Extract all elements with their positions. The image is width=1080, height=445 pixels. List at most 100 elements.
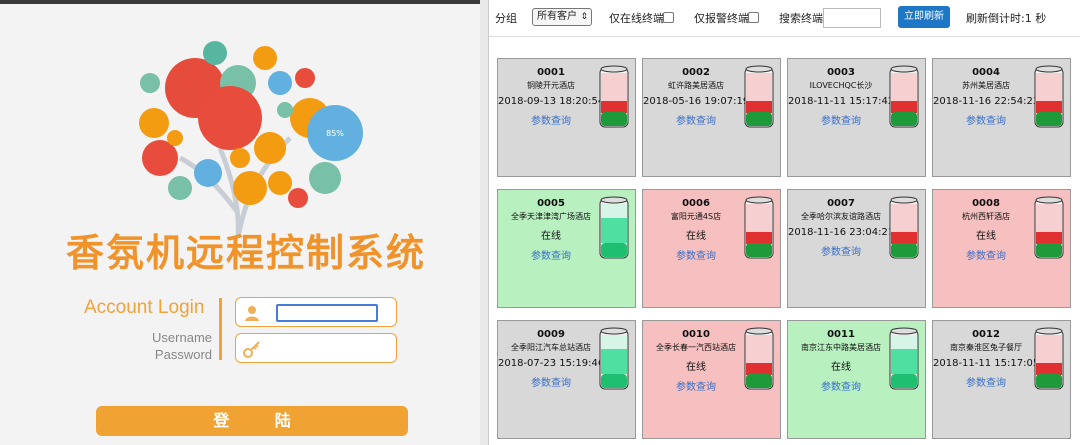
terminal-name: 全季长春一汽西站酒店	[656, 343, 736, 352]
param-query-link[interactable]: 参数查询	[933, 247, 1039, 262]
account-login-title: Account Login	[84, 297, 205, 318]
terminal-info: 0006 富阳元通4S店 在线 参数查询	[643, 198, 749, 262]
password-label: Password	[154, 347, 212, 362]
tree-circles	[139, 41, 363, 208]
search-input[interactable]	[823, 8, 881, 28]
screen: 85% 香氛机远程控制系统 Account Login Username Pas…	[0, 0, 1080, 445]
param-query-link[interactable]: 参数查询	[788, 243, 894, 258]
terminal-id: 0008	[972, 198, 1000, 209]
terminal-info: 0007 全季哈尔滨友谊路酒店 2018-11-16 23:04:21 参数查询	[788, 198, 894, 258]
terminal-name: 苏州美居酒店	[962, 81, 1010, 90]
terminal-info: 0004 苏州美居酒店 2018-11-16 22:54:23 参数查询	[933, 67, 1039, 127]
terminal-name: ILOVECHQC长沙	[809, 81, 873, 90]
terminal-name: 富阳元通4S店	[670, 212, 722, 221]
terminal-status: 2018-11-11 15:17:42	[788, 96, 895, 107]
terminal-card[interactable]: 0002 虹许路美居酒店 2018-05-16 19:07:19 参数查询	[642, 58, 781, 177]
online-only-label: 仅在线终端	[609, 12, 664, 25]
terminal-status: 2018-11-16 22:54:23	[933, 96, 1040, 107]
top-bar	[0, 0, 480, 4]
liquid-tank-icon	[1034, 327, 1064, 390]
app-title: 香氛机远程控制系统	[66, 231, 427, 275]
divider	[219, 298, 222, 360]
terminal-card[interactable]: 0007 全季哈尔滨友谊路酒店 2018-11-16 23:04:21 参数查询	[787, 189, 926, 308]
liquid-tank-icon	[1034, 65, 1064, 128]
toolbar-divider	[489, 36, 1080, 37]
liquid-tank-icon	[889, 327, 919, 390]
terminal-card[interactable]: 0012 南京秦淮区兔子餐厅 2018-11-11 15:17:05 参数查询	[932, 320, 1071, 439]
param-query-link[interactable]: 参数查询	[498, 247, 604, 262]
liquid-tank-icon	[599, 196, 629, 259]
terminal-status: 2018-09-13 18:20:54	[498, 96, 605, 107]
terminal-card[interactable]: 0008 杭州西轩酒店 在线 参数查询	[932, 189, 1071, 308]
terminal-id: 0002	[682, 67, 710, 78]
toolbar: 分组 所有客户 ⇕ 仅在线终端 仅报警终端 搜索终端 立即刷新 刷新倒计时:1 …	[489, 0, 1080, 36]
terminal-id: 0007	[827, 198, 855, 209]
user-icon	[245, 306, 259, 321]
username-field[interactable]	[235, 297, 397, 327]
param-query-link[interactable]: 参数查询	[788, 112, 894, 127]
param-query-link[interactable]: 参数查询	[498, 112, 604, 127]
terminal-info: 0001 铜陵开元酒店 2018-09-13 18:20:54 参数查询	[498, 67, 604, 127]
terminal-card[interactable]: 0006 富阳元通4S店 在线 参数查询	[642, 189, 781, 308]
chevron-updown-icon: ⇕	[580, 12, 588, 22]
group-select[interactable]: 所有客户 ⇕	[532, 8, 592, 26]
terminal-status: 2018-11-16 23:04:21	[788, 227, 895, 238]
param-query-link[interactable]: 参数查询	[643, 112, 749, 127]
alarm-only-checkbox[interactable]	[748, 12, 759, 23]
username-input[interactable]	[276, 304, 378, 322]
terminal-id: 0001	[537, 67, 565, 78]
terminal-id: 0009	[537, 329, 565, 340]
terminal-info: 0008 杭州西轩酒店 在线 参数查询	[933, 198, 1039, 262]
password-field[interactable]	[235, 333, 397, 363]
terminal-status: 在线	[686, 362, 706, 373]
terminal-card[interactable]: 0011 南京江东中路美居酒店 在线参数查询	[787, 320, 926, 439]
refresh-button[interactable]: 立即刷新	[898, 6, 950, 28]
login-button[interactable]: 登 陆	[96, 406, 408, 436]
terminal-info: 0002 虹许路美居酒店 2018-05-16 19:07:19 参数查询	[643, 67, 749, 127]
terminal-name: 虹许路美居酒店	[668, 81, 724, 90]
terminal-status: 2018-11-11 15:17:05	[933, 358, 1040, 369]
liquid-tank-icon	[744, 327, 774, 390]
terminal-name: 南京江东中路美居酒店	[801, 343, 881, 352]
terminal-card[interactable]: 0005 全季天津津湾广场酒店 在线 参数查询	[497, 189, 636, 308]
liquid-tank-icon	[889, 65, 919, 128]
terminal-card[interactable]: 0010 全季长春一汽西站酒店 在线 参数查询	[642, 320, 781, 439]
terminal-card[interactable]: 0009 全季阳江汽车总站酒店 2018-07-23 15:19:46 参数查询	[497, 320, 636, 439]
terminal-info: 0011 南京江东中路美居酒店 在线参数查询	[788, 329, 894, 393]
terminal-info: 0010 全季长春一汽西站酒店 在线 参数查询	[643, 329, 749, 393]
tree-logo: 85%	[139, 41, 363, 238]
param-query-link[interactable]: 参数查询	[643, 378, 749, 393]
key-icon	[243, 341, 260, 358]
liquid-tank-icon	[744, 196, 774, 259]
terminal-status: 在线	[686, 231, 706, 242]
terminal-card[interactable]: 0003 ILOVECHQC长沙 2018-11-11 15:17:42 参数查询	[787, 58, 926, 177]
terminal-status: 2018-07-23 15:19:46	[498, 358, 605, 369]
tree-percent-label: 85%	[326, 129, 344, 138]
param-query-link[interactable]: 参数查询	[788, 378, 894, 393]
terminal-info: 0009 全季阳江汽车总站酒店 2018-07-23 15:19:46 参数查询	[498, 329, 604, 389]
param-query-link[interactable]: 参数查询	[643, 247, 749, 262]
countdown-label: 刷新倒计时:1 秒	[966, 12, 1047, 25]
terminal-name: 全季哈尔滨友谊路酒店	[801, 212, 881, 221]
terminal-panel: 分组 所有客户 ⇕ 仅在线终端 仅报警终端 搜索终端 立即刷新 刷新倒计时:1 …	[488, 0, 1080, 445]
terminal-info: 0005 全季天津津湾广场酒店 在线 参数查询	[498, 198, 604, 262]
param-query-link[interactable]: 参数查询	[933, 112, 1039, 127]
username-label: Username	[152, 330, 212, 345]
search-label: 搜索终端	[779, 12, 823, 25]
terminal-card[interactable]: 0004 苏州美居酒店 2018-11-16 22:54:23 参数查询	[932, 58, 1071, 177]
terminal-grid: 0001 铜陵开元酒店 2018-09-13 18:20:54 参数查询 0002 虹许路…	[497, 58, 1077, 439]
liquid-tank-icon	[1034, 196, 1064, 259]
terminal-status: 在线	[831, 362, 851, 373]
param-query-link[interactable]: 参数查询	[933, 374, 1039, 389]
liquid-tank-icon	[599, 65, 629, 128]
liquid-tank-icon	[599, 327, 629, 390]
terminal-id: 0005	[537, 198, 565, 209]
param-query-link[interactable]: 参数查询	[498, 374, 604, 389]
online-only-checkbox[interactable]	[663, 12, 674, 23]
terminal-id: 0012	[972, 329, 1000, 340]
liquid-tank-icon	[889, 196, 919, 259]
terminal-id: 0011	[827, 329, 855, 340]
terminal-card[interactable]: 0001 铜陵开元酒店 2018-09-13 18:20:54 参数查询	[497, 58, 636, 177]
terminal-info: 0012 南京秦淮区兔子餐厅 2018-11-11 15:17:05 参数查询	[933, 329, 1039, 389]
terminal-id: 0004	[972, 67, 1000, 78]
